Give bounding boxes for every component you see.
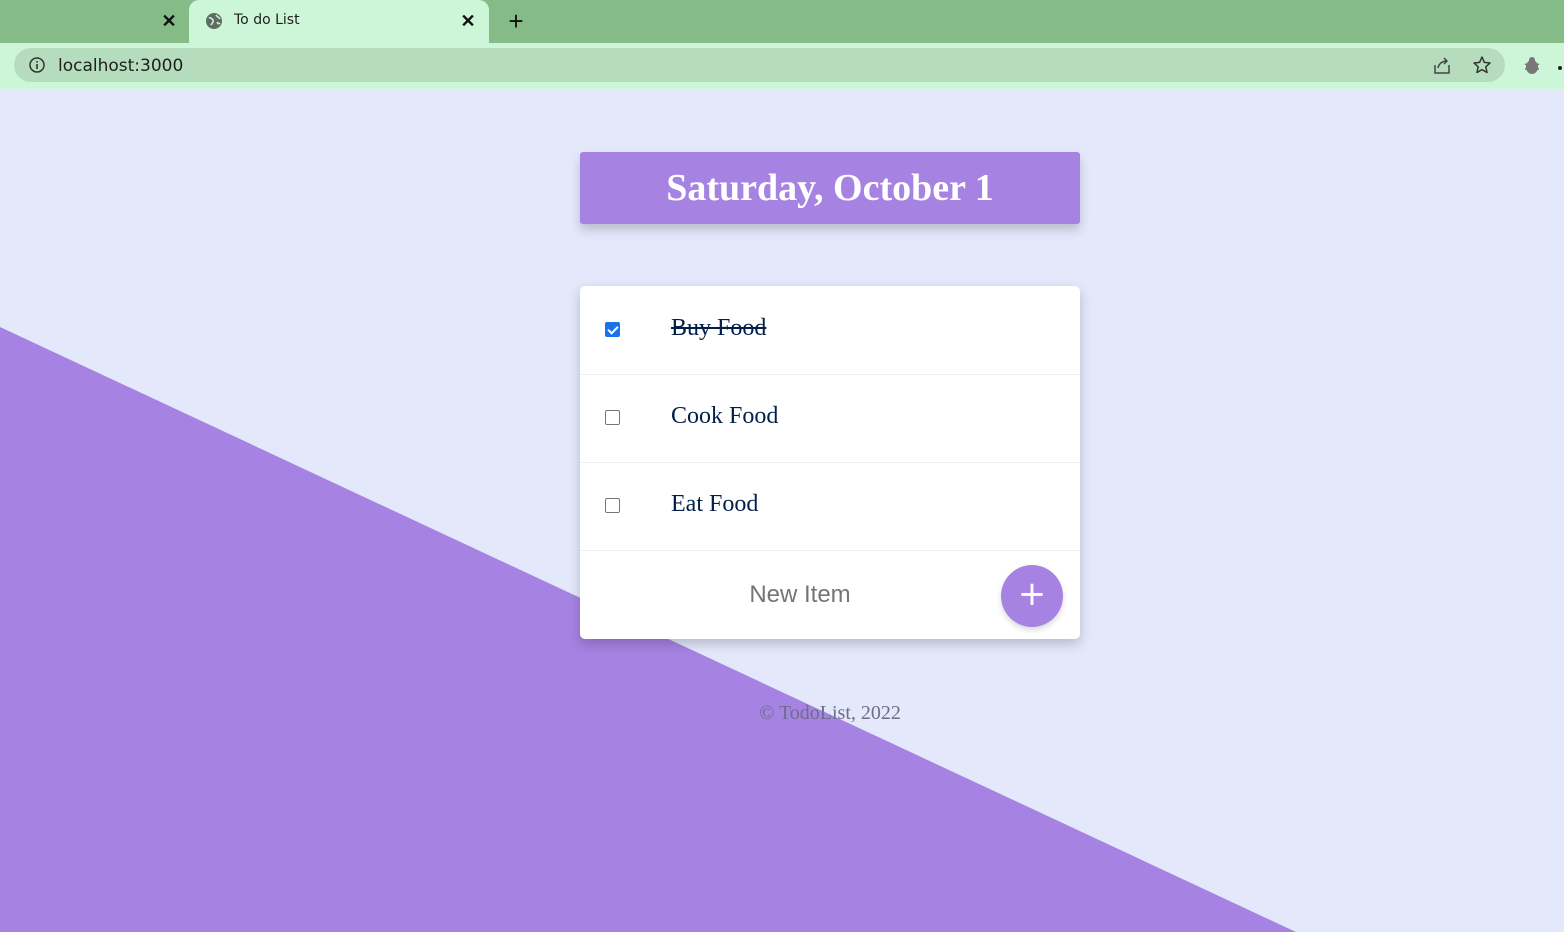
tab-title: To do List xyxy=(234,12,300,28)
share-icon[interactable] xyxy=(1432,56,1452,76)
plus-icon[interactable]: + xyxy=(503,8,529,34)
item-checkbox[interactable] xyxy=(605,498,620,513)
item-label: Buy Food xyxy=(671,315,767,341)
menu-icon[interactable] xyxy=(1558,66,1562,70)
page: Saturday, October 1 Buy Food Cook Food E… xyxy=(0,89,1564,932)
new-item-form: New Item + xyxy=(580,551,1080,639)
item-checkbox[interactable] xyxy=(605,322,620,337)
page-title: Saturday, October 1 xyxy=(666,167,994,209)
extension-icon[interactable] xyxy=(1522,56,1542,76)
star-icon[interactable] xyxy=(1472,55,1492,75)
footer-text: © TodoList, 2022 xyxy=(759,702,901,724)
item-label: Cook Food xyxy=(671,403,779,429)
url-text[interactable]: localhost:3000 xyxy=(58,56,183,76)
browser-toolbar: localhost:3000 xyxy=(0,43,1564,90)
list-item: Buy Food xyxy=(580,286,1080,375)
info-icon[interactable] xyxy=(29,57,45,73)
globe-icon xyxy=(206,13,222,29)
date-heading: Saturday, October 1 xyxy=(580,152,1080,224)
list-item: Eat Food xyxy=(580,462,1080,551)
tab-active[interactable]: To do List ✕ xyxy=(189,0,489,43)
close-icon[interactable]: ✕ xyxy=(457,10,479,32)
todo-card: Buy Food Cook Food Eat Food New Item + xyxy=(580,286,1080,639)
tab-bar: ✕ To do List ✕ + xyxy=(0,0,1564,43)
item-label: Eat Food xyxy=(671,491,759,517)
new-item-input[interactable]: New Item xyxy=(690,579,910,611)
item-checkbox[interactable] xyxy=(605,410,620,425)
add-item-button[interactable]: + xyxy=(1001,565,1063,627)
address-bar[interactable]: localhost:3000 xyxy=(14,48,1505,82)
close-icon[interactable]: ✕ xyxy=(158,10,180,32)
list-item: Cook Food xyxy=(580,374,1080,463)
